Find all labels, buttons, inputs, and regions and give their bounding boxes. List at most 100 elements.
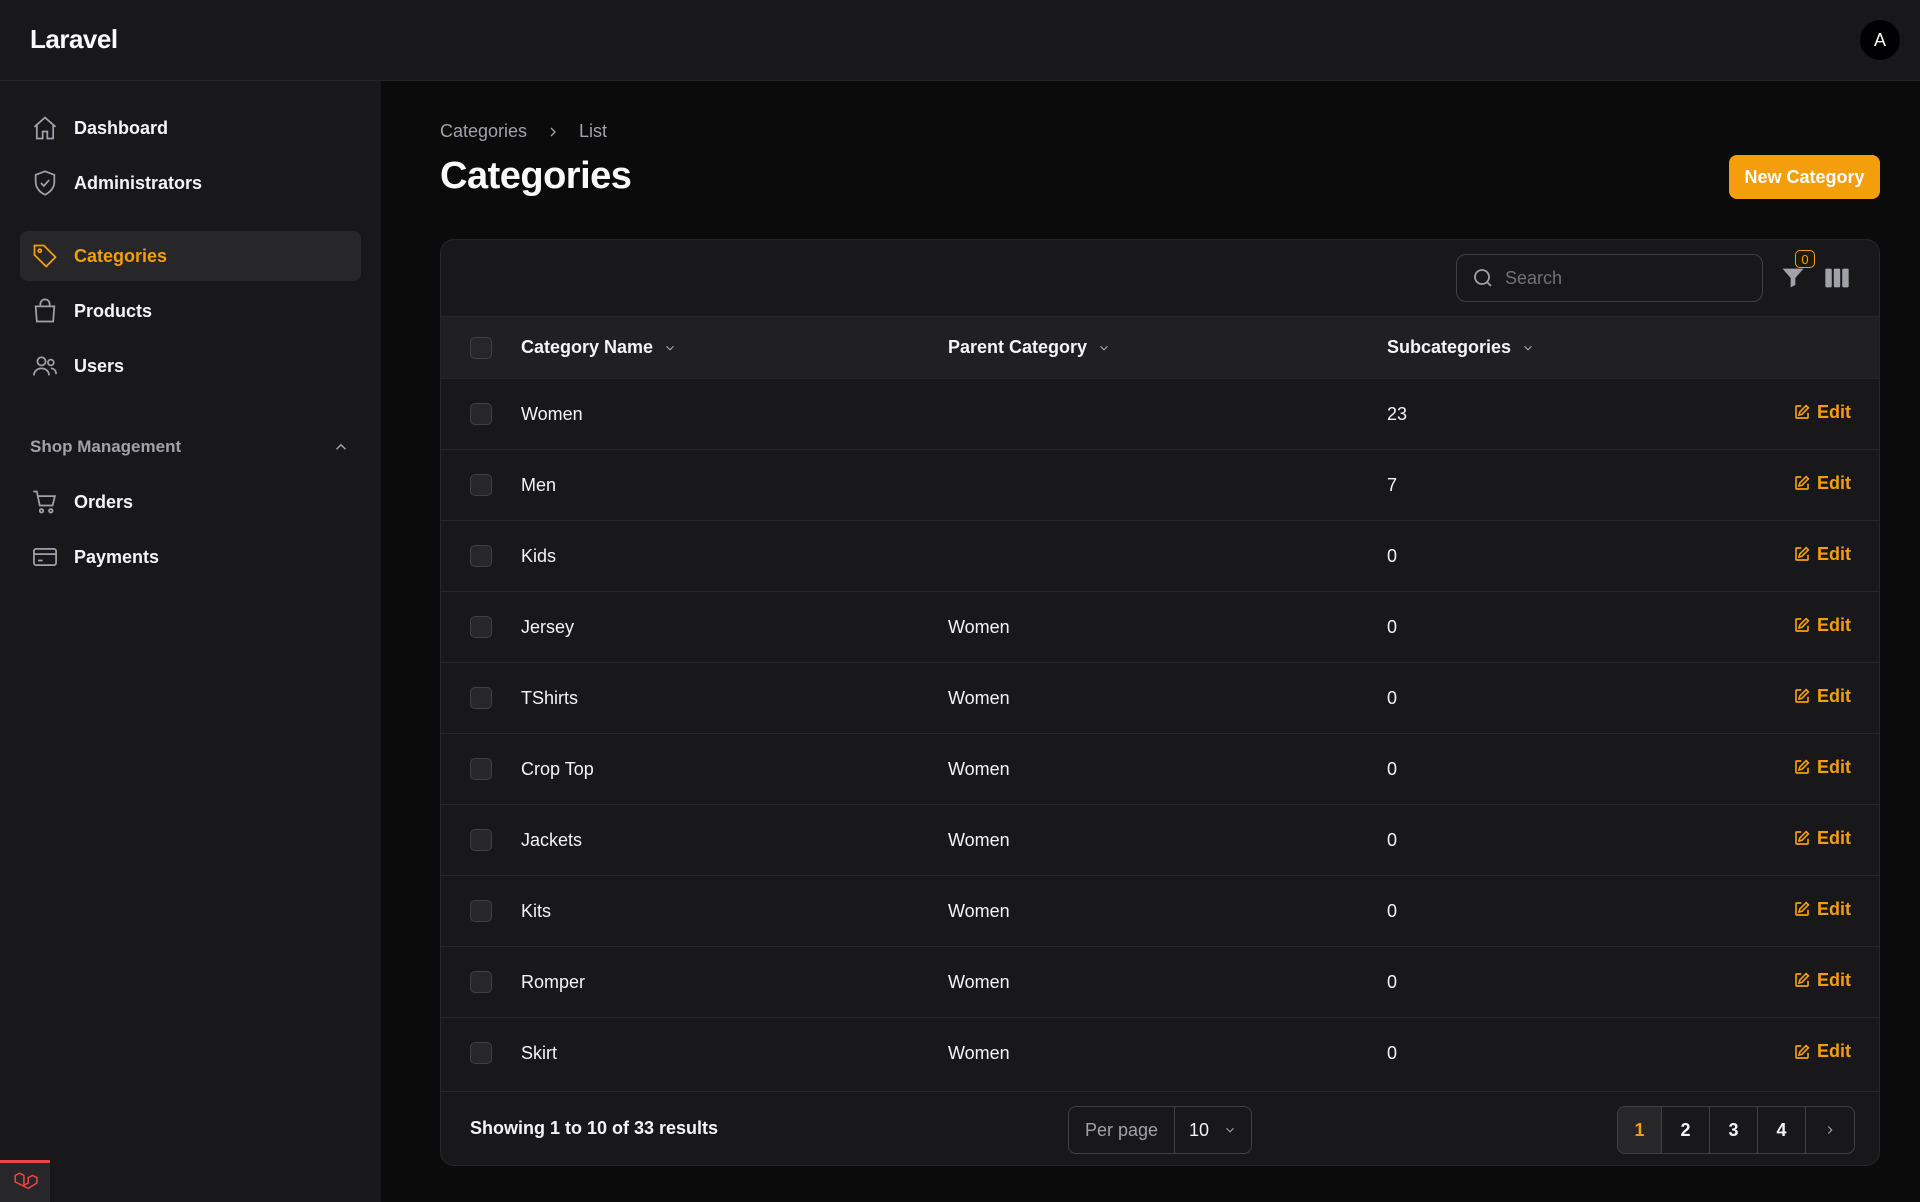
row-checkbox[interactable] [470,616,492,639]
sort-chevron-icon [666,345,674,351]
sidebar-item-label: Categories [74,245,168,266]
edit-button[interactable]: Edit [1793,686,1851,707]
per-page-select[interactable]: Per page 10 [1068,1106,1252,1154]
cell-subcategories: 0 [1387,971,1398,992]
row-checkbox[interactable] [470,545,492,568]
breadcrumb-parent-link[interactable]: Categories [440,121,527,142]
table-row[interactable]: Kids 0 Edit [441,520,1879,592]
per-page-label: Per page [1069,1107,1175,1153]
table-row[interactable]: TShirts Women 0 Edit [441,662,1879,734]
sidebar-item-payments[interactable]: Payments [20,532,361,582]
row-checkbox[interactable] [470,829,492,852]
cell-category-name: Romper [521,971,586,992]
per-page-value[interactable]: 10 [1175,1120,1251,1141]
brand-logo[interactable]: Laravel [30,24,118,55]
edit-label: Edit [1817,827,1851,848]
cell-category-name: Men [521,474,557,495]
sidebar-item-label: Orders [74,491,134,512]
sidebar-item-dashboard[interactable]: Dashboard [20,103,361,153]
page-title: Categories [440,155,632,197]
new-category-button[interactable]: New Category [1729,155,1880,199]
page-button-3[interactable]: 3 [1710,1107,1758,1153]
next-page-button[interactable] [1806,1107,1854,1153]
tag-icon [30,241,60,271]
row-checkbox[interactable] [470,758,492,781]
row-checkbox[interactable] [470,1042,492,1065]
edit-button[interactable]: Edit [1793,544,1851,565]
row-checkbox[interactable] [470,971,492,994]
user-avatar[interactable]: A [1860,20,1900,60]
sidebar-item-users[interactable]: Users [20,341,361,391]
edit-button[interactable]: Edit [1793,899,1851,920]
sidebar-item-products[interactable]: Products [20,286,361,336]
table-row[interactable]: Jersey Women 0 Edit [441,591,1879,663]
edit-button[interactable]: Edit [1793,615,1851,636]
page-button-4[interactable]: 4 [1758,1107,1806,1153]
edit-button[interactable]: Edit [1793,1041,1851,1062]
select-all-checkbox[interactable] [470,336,492,359]
row-checkbox[interactable] [470,474,492,497]
edit-label: Edit [1817,401,1851,422]
table-row[interactable]: Crop Top Women 0 Edit [441,733,1879,805]
laravel-logo-icon[interactable] [0,1160,50,1202]
edit-icon [1795,901,1810,917]
table-row[interactable]: Men 7 Edit [441,449,1879,521]
edit-icon [1795,617,1810,633]
edit-button[interactable]: Edit [1793,970,1851,991]
column-header-category-name[interactable]: Category Name [521,317,948,379]
page-button-2[interactable]: 2 [1662,1107,1710,1153]
cell-subcategories: 0 [1387,829,1398,850]
row-checkbox[interactable] [470,900,492,923]
column-header-parent-category[interactable]: Parent Category [948,317,1387,379]
edit-icon [1795,475,1810,491]
table-row[interactable]: Skirt Women 0 Edit [441,1017,1879,1089]
search-box[interactable] [1456,254,1763,302]
cell-parent-category: Women [948,616,1010,637]
column-header-subcategories[interactable]: Subcategories [1387,317,1787,379]
edit-label: Edit [1817,543,1851,564]
table-row[interactable]: Women 23 Edit [441,378,1879,450]
categories-table-panel: 0 Category Name Parent Category [440,239,1880,1166]
cell-parent-category [948,521,1387,592]
cell-category-name: Skirt [521,1042,557,1063]
edit-button[interactable]: Edit [1793,828,1851,849]
edit-label: Edit [1817,685,1851,706]
table-row[interactable]: Kits Women 0 Edit [441,875,1879,947]
sidebar-item-categories[interactable]: Categories [20,231,361,281]
cell-subcategories: 0 [1387,758,1398,779]
sidebar-item-orders[interactable]: Orders [20,477,361,527]
edit-label: Edit [1817,472,1851,493]
filter-count-badge: 0 [1795,250,1815,268]
page-button-1[interactable]: 1 [1618,1107,1662,1153]
row-checkbox[interactable] [470,403,492,426]
breadcrumb: Categories List [440,121,607,142]
cell-parent-category: Women [948,900,1010,921]
edit-button[interactable]: Edit [1793,402,1851,423]
table-row[interactable]: Romper Women 0 Edit [441,946,1879,1018]
categories-table: Category Name Parent Category Subcategor… [441,316,1879,1089]
cell-subcategories: 0 [1387,687,1398,708]
cell-subcategories: 0 [1387,545,1398,566]
nav-group-shop-management[interactable]: Shop Management [30,437,350,457]
edit-button[interactable]: Edit [1793,473,1851,494]
edit-icon [1795,688,1810,704]
edit-button[interactable]: Edit [1793,757,1851,778]
results-summary: Showing 1 to 10 of 33 results [470,1118,719,1138]
filter-icon[interactable] [1779,264,1807,292]
cell-category-name: TShirts [521,687,579,708]
nav-group-label: Shop Management [30,437,182,456]
chevron-up-icon [335,443,347,450]
shield-check-icon [30,168,60,198]
row-checkbox[interactable] [470,687,492,710]
edit-label: Edit [1817,969,1851,990]
sort-chevron-icon [1100,345,1108,351]
search-input[interactable] [1505,267,1725,289]
cell-subcategories: 0 [1387,900,1398,921]
table-toolbar: 0 [441,240,1879,316]
columns-toggle-icon[interactable] [1823,264,1851,292]
sidebar-item-label: Administrators [74,172,203,193]
edit-icon [1795,759,1810,775]
sidebar-item-administrators[interactable]: Administrators [20,158,361,208]
table-row[interactable]: Jackets Women 0 Edit [441,804,1879,876]
edit-icon [1795,546,1810,562]
